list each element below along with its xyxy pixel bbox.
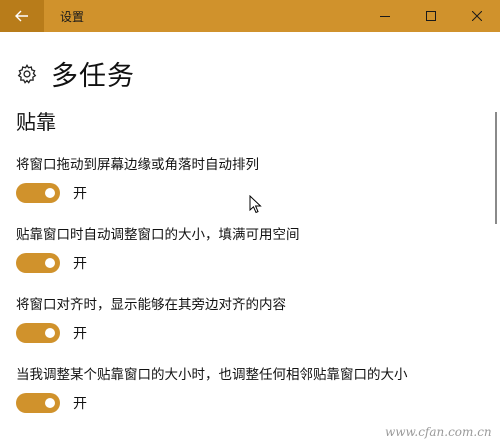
- close-icon: [472, 11, 482, 21]
- toggle-row: 开: [16, 323, 286, 343]
- toggle-row: 开: [16, 253, 300, 273]
- title-bar: 设置: [0, 0, 500, 32]
- mouse-pointer-icon: [249, 195, 262, 214]
- setting-snap-assist: 将窗口对齐时，显示能够在其旁边对齐的内容 开: [16, 293, 286, 343]
- toggle-row: 开: [16, 393, 408, 413]
- toggle-state-label: 开: [73, 186, 87, 202]
- gear-icon: [17, 63, 37, 84]
- toggle-state-label: 开: [73, 326, 87, 342]
- watermark: www.cfan.com.cn: [385, 425, 492, 439]
- settings-content: 多任务 贴靠 将窗口拖动到屏幕边缘或角落时自动排列 开 贴靠窗口时自动调整窗口的…: [0, 32, 500, 446]
- minimize-button[interactable]: [362, 0, 408, 32]
- toggle-state-label: 开: [73, 396, 87, 412]
- section-title: 贴靠: [16, 110, 56, 134]
- scrollbar[interactable]: [495, 112, 497, 224]
- auto-resize-toggle[interactable]: [16, 253, 60, 273]
- setting-label: 当我调整某个贴靠窗口的大小时，也调整任何相邻贴靠窗口的大小: [16, 367, 408, 383]
- setting-auto-resize: 贴靠窗口时自动调整窗口的大小，填满可用空间 开: [16, 223, 300, 273]
- setting-resize-adjacent: 当我调整某个贴靠窗口的大小时，也调整任何相邻贴靠窗口的大小 开: [16, 363, 408, 413]
- snap-assist-toggle[interactable]: [16, 323, 60, 343]
- back-button[interactable]: [0, 0, 44, 32]
- auto-arrange-toggle[interactable]: [16, 183, 60, 203]
- arrow-left-icon: [15, 10, 28, 22]
- toggle-state-label: 开: [73, 256, 87, 272]
- setting-label: 将窗口拖动到屏幕边缘或角落时自动排列: [16, 157, 259, 173]
- close-button[interactable]: [454, 0, 500, 32]
- page-header: 多任务: [16, 54, 135, 93]
- setting-label: 贴靠窗口时自动调整窗口的大小，填满可用空间: [16, 227, 300, 243]
- page-title: 多任务: [51, 61, 135, 92]
- setting-label: 将窗口对齐时，显示能够在其旁边对齐的内容: [16, 297, 286, 313]
- minimize-icon: [380, 16, 390, 17]
- resize-adjacent-toggle[interactable]: [16, 393, 60, 413]
- toggle-row: 开: [16, 183, 259, 203]
- window-controls: [362, 0, 500, 32]
- maximize-button[interactable]: [408, 0, 454, 32]
- maximize-icon: [426, 11, 436, 21]
- window-title: 设置: [60, 9, 85, 24]
- setting-auto-arrange: 将窗口拖动到屏幕边缘或角落时自动排列 开: [16, 153, 259, 203]
